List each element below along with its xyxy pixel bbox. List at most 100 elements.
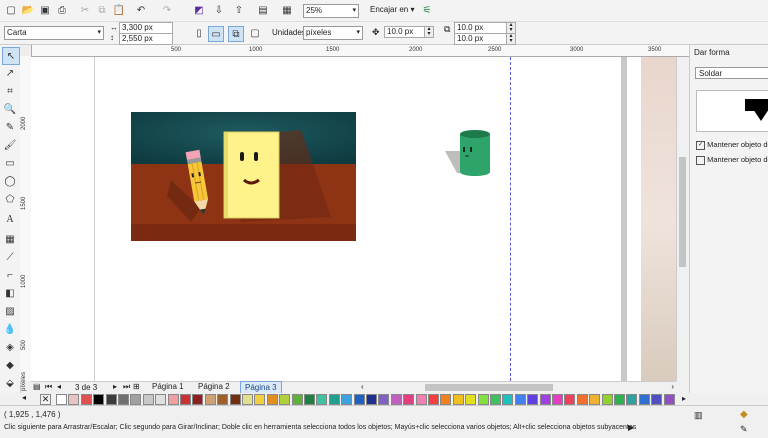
import-icon[interactable]: ⇩ <box>212 3 226 17</box>
cylinder-shape[interactable] <box>445 129 493 179</box>
last-page-icon[interactable]: ⏭ <box>123 382 130 392</box>
palette-scroll-left-icon[interactable]: ◂ <box>22 393 26 402</box>
color-swatch[interactable] <box>539 394 551 405</box>
keep-target-checkbox[interactable]: Mantener objeto des <box>696 155 768 165</box>
first-page-icon[interactable]: ⏮ <box>45 382 52 392</box>
eyedropper-tool-icon[interactable]: 💧 <box>2 321 18 337</box>
freehand-tool-icon[interactable]: ✎ <box>2 119 18 135</box>
app-launcher-icon[interactable]: ◩ <box>192 3 206 17</box>
color-swatch[interactable] <box>217 394 229 405</box>
color-swatch[interactable] <box>440 394 452 405</box>
palette-scroll-right-icon[interactable]: ▸ <box>682 394 686 403</box>
h-scrollbar[interactable]: ‹ › <box>361 382 676 392</box>
color-swatch[interactable] <box>254 394 266 405</box>
fill-indicator-icon[interactable]: ◆ <box>740 409 748 420</box>
open-icon[interactable]: 📂 <box>21 3 35 17</box>
color-swatch[interactable] <box>614 394 625 405</box>
nudge-distance-field[interactable]: 10.0 px <box>384 26 426 38</box>
scroll-thumb[interactable] <box>679 157 686 267</box>
landscape-icon[interactable]: ▭ <box>208 26 224 42</box>
color-swatch[interactable] <box>80 394 92 405</box>
color-swatch[interactable] <box>502 394 514 405</box>
shadow-tool-icon[interactable]: ◧ <box>2 285 18 301</box>
redo-icon[interactable]: ↷ <box>160 3 174 17</box>
options-icon[interactable]: ▦ <box>280 3 294 17</box>
nudge-spinner[interactable]: ▴ ▾ <box>424 26 434 38</box>
color-swatch[interactable] <box>638 394 650 405</box>
current-page-icon[interactable]: ▢ <box>248 26 262 40</box>
color-swatch[interactable] <box>279 394 291 405</box>
new-icon[interactable]: ▢ <box>4 3 18 17</box>
snap-to-button[interactable]: Encajar en ▾ <box>370 5 415 14</box>
color-swatch[interactable] <box>403 394 415 405</box>
color-swatch[interactable] <box>428 394 439 405</box>
color-swatch[interactable] <box>56 394 67 405</box>
color-swatch[interactable] <box>341 394 353 405</box>
color-swatch[interactable] <box>105 394 117 405</box>
scroll-left-icon[interactable]: ‹ <box>361 382 364 391</box>
vertical-scrollbar[interactable] <box>676 57 688 381</box>
color-swatch[interactable] <box>465 394 477 405</box>
color-swatch[interactable] <box>130 394 142 405</box>
color-swatch[interactable] <box>663 394 675 405</box>
drawing-canvas[interactable] <box>31 57 676 381</box>
color-swatch[interactable] <box>527 394 539 405</box>
color-swatch[interactable] <box>576 394 588 405</box>
color-swatch[interactable] <box>378 394 390 405</box>
interactive-fill-icon[interactable]: ⬙ <box>2 375 18 391</box>
color-swatch[interactable] <box>204 394 216 405</box>
ellipse-tool-icon[interactable]: ◯ <box>2 173 18 189</box>
fill-tool-icon[interactable]: ◆ <box>2 357 18 373</box>
outline-indicator-icon[interactable]: ✎ <box>740 424 748 435</box>
all-pages-icon[interactable]: ⧉ <box>228 26 244 42</box>
crop-tool-icon[interactable]: ⌗ <box>2 83 18 99</box>
units-select[interactable]: píxeles ▾ <box>303 26 363 40</box>
copy-icon[interactable]: ⧉ <box>95 3 109 17</box>
duplicate-y-spinner[interactable]: ▴ ▾ <box>506 33 516 45</box>
shaping-mode-select[interactable]: Soldar <box>695 67 768 79</box>
prev-page-icon[interactable]: ◂ <box>57 382 61 391</box>
color-swatch[interactable] <box>651 394 663 405</box>
rectangle-tool-icon[interactable]: ▭ <box>2 155 18 171</box>
color-swatch[interactable] <box>552 394 563 405</box>
dimension-tool-icon[interactable]: ⟋ <box>2 249 18 265</box>
color-swatch[interactable] <box>490 394 501 405</box>
keep-source-checkbox[interactable]: ✓ Mantener objeto de <box>696 140 768 150</box>
color-swatch[interactable] <box>142 394 154 405</box>
export-icon[interactable]: ⇧ <box>232 3 246 17</box>
color-swatch[interactable] <box>589 394 601 405</box>
color-swatch[interactable] <box>291 394 303 405</box>
color-swatch[interactable] <box>180 394 191 405</box>
color-swatch[interactable] <box>328 394 340 405</box>
connector-tool-icon[interactable]: ⌐ <box>2 267 18 283</box>
transparency-tool-icon[interactable]: ▨ <box>2 303 18 319</box>
color-swatch[interactable] <box>353 394 365 405</box>
page-options-icon[interactable]: ▤ <box>33 382 41 391</box>
color-swatch[interactable] <box>229 394 241 405</box>
zoom-tool-icon[interactable]: 🔍 <box>2 101 18 117</box>
page-height-field[interactable]: 2,550 px <box>119 33 173 45</box>
color-swatch[interactable] <box>390 394 402 405</box>
pencil-notepad-illustration[interactable] <box>131 112 356 241</box>
color-swatch[interactable] <box>266 394 278 405</box>
color-swatch[interactable] <box>93 394 105 405</box>
paste-icon[interactable]: 📋 <box>112 3 126 17</box>
hint-more-icon[interactable]: ▶ <box>628 423 634 432</box>
artistic-media-icon[interactable]: 🖌 <box>2 137 18 153</box>
save-icon[interactable]: ▣ <box>38 3 52 17</box>
next-page-icon[interactable]: ▸ <box>113 382 117 391</box>
outline-tool-icon[interactable]: ◈ <box>2 339 18 355</box>
color-swatch[interactable] <box>601 394 613 405</box>
polygon-tool-icon[interactable]: ⬠ <box>2 191 18 207</box>
color-swatch[interactable] <box>304 394 315 405</box>
color-swatch[interactable] <box>167 394 179 405</box>
print-icon[interactable]: ⎙ <box>55 3 69 17</box>
color-swatch[interactable] <box>192 394 204 405</box>
scroll-right-icon[interactable]: › <box>671 382 674 391</box>
zoom-select[interactable]: 25% ▾ <box>303 4 359 18</box>
guideline[interactable] <box>510 57 511 381</box>
color-swatch[interactable] <box>242 394 253 405</box>
tab-page-1[interactable]: Página 1 <box>148 381 188 392</box>
portrait-icon[interactable]: ▯ <box>192 26 206 40</box>
color-swatch[interactable] <box>68 394 80 405</box>
